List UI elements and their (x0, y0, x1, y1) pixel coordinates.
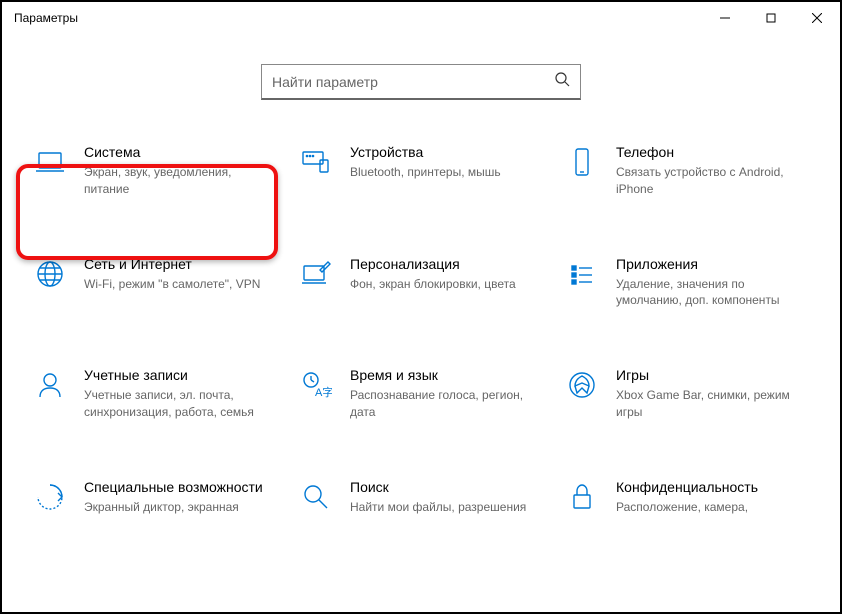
tile-system[interactable]: Система Экран, звук, уведомления, питани… (32, 140, 278, 202)
tile-desc: Учетные записи, эл. почта, синхронизация… (84, 387, 278, 421)
tile-title: Игры (616, 367, 810, 383)
minimize-button[interactable] (702, 2, 748, 34)
tile-desc: Экранный диктор, экранная (84, 499, 278, 516)
search-icon (554, 71, 570, 92)
tile-accounts[interactable]: Учетные записи Учетные записи, эл. почта… (32, 363, 278, 425)
tile-time-language[interactable]: A字 Время и язык Распознавание голоса, ре… (298, 363, 544, 425)
tile-desc: Расположение, камера, (616, 499, 810, 516)
tile-title: Учетные записи (84, 367, 278, 383)
apps-icon (564, 256, 600, 292)
tile-desc: Удаление, значения по умолчанию, доп. ко… (616, 276, 810, 310)
tile-accessibility[interactable]: Специальные возможности Экранный диктор,… (32, 475, 278, 520)
maximize-button[interactable] (748, 2, 794, 34)
privacy-icon (564, 479, 600, 515)
settings-grid: Система Экран, звук, уведомления, питани… (2, 140, 840, 520)
tile-title: Система (84, 144, 278, 160)
tile-desc: Распознавание голоса, регион, дата (350, 387, 544, 421)
tile-desc: Найти мои файлы, разрешения (350, 499, 544, 516)
svg-text:A字: A字 (315, 385, 332, 399)
devices-icon (298, 144, 334, 180)
tile-desc: Связать устройство с Android, iPhone (616, 164, 810, 198)
phone-icon (564, 144, 600, 180)
window-titlebar: Параметры (2, 2, 840, 34)
tile-apps[interactable]: Приложения Удаление, значения по умолчан… (564, 252, 810, 314)
close-button[interactable] (794, 2, 840, 34)
tile-phone[interactable]: Телефон Связать устройство с Android, iP… (564, 140, 810, 202)
window-title: Параметры (14, 11, 78, 25)
accessibility-icon (32, 479, 68, 515)
tile-desc: Фон, экран блокировки, цвета (350, 276, 544, 293)
system-icon (32, 144, 68, 180)
tile-gaming[interactable]: Игры Xbox Game Bar, снимки, режим игры (564, 363, 810, 425)
tile-title: Персонализация (350, 256, 544, 272)
tile-devices[interactable]: Устройства Bluetooth, принтеры, мышь (298, 140, 544, 202)
tile-desc: Xbox Game Bar, снимки, режим игры (616, 387, 810, 421)
tile-title: Время и язык (350, 367, 544, 383)
tile-desc: Экран, звук, уведомления, питание (84, 164, 278, 198)
tile-title: Специальные возможности (84, 479, 278, 495)
tile-privacy[interactable]: Конфиденциальность Расположение, камера, (564, 475, 810, 520)
accounts-icon (32, 367, 68, 403)
tile-title: Сеть и Интернет (84, 256, 278, 272)
gaming-icon (564, 367, 600, 403)
tile-desc: Bluetooth, принтеры, мышь (350, 164, 544, 181)
tile-title: Устройства (350, 144, 544, 160)
network-icon (32, 256, 68, 292)
tile-title: Конфиденциальность (616, 479, 810, 495)
tile-title: Поиск (350, 479, 544, 495)
tile-desc: Wi-Fi, режим "в самолете", VPN (84, 276, 278, 293)
tile-search[interactable]: Поиск Найти мои файлы, разрешения (298, 475, 544, 520)
tile-network[interactable]: Сеть и Интернет Wi-Fi, режим "в самолете… (32, 252, 278, 314)
search-box[interactable] (261, 64, 581, 100)
tile-personalization[interactable]: Персонализация Фон, экран блокировки, цв… (298, 252, 544, 314)
search-tile-icon (298, 479, 334, 515)
search-input[interactable] (272, 74, 554, 90)
tile-title: Телефон (616, 144, 810, 160)
time-language-icon: A字 (298, 367, 334, 403)
personalization-icon (298, 256, 334, 292)
tile-title: Приложения (616, 256, 810, 272)
